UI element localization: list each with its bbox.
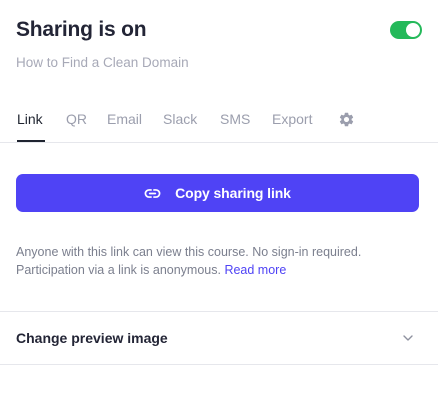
- divider-bottom: [0, 364, 438, 365]
- share-tabs: Link QR Email Slack SMS Export: [0, 108, 438, 143]
- sharing-toggle[interactable]: [390, 21, 422, 39]
- tab-export[interactable]: Export: [272, 108, 312, 142]
- tab-link[interactable]: Link: [17, 108, 45, 142]
- read-more-link[interactable]: Read more: [224, 263, 286, 277]
- info-line-1: Anyone with this link can view this cour…: [16, 245, 362, 259]
- toggle-knob: [406, 23, 420, 37]
- chevron-down-icon: [402, 331, 414, 343]
- tab-sms[interactable]: SMS: [220, 108, 250, 142]
- tab-slack[interactable]: Slack: [163, 108, 197, 142]
- copy-sharing-link-button[interactable]: Copy sharing link: [16, 174, 419, 212]
- page-title: Sharing is on: [16, 18, 147, 41]
- course-subtitle: How to Find a Clean Domain: [16, 55, 189, 70]
- sharing-header: Sharing is on How to Find a Clean Domain: [16, 16, 422, 72]
- change-preview-image-accordion[interactable]: Change preview image: [0, 312, 438, 364]
- accordion-label: Change preview image: [16, 330, 168, 346]
- link-icon: [144, 185, 161, 202]
- gear-icon[interactable]: [338, 111, 355, 128]
- info-anonymous-text: Participation via a link is anonymous.: [16, 263, 221, 277]
- tab-qr[interactable]: QR: [66, 108, 87, 142]
- tab-email[interactable]: Email: [107, 108, 142, 142]
- info-line-2: Participation via a link is anonymous. R…: [16, 261, 426, 279]
- copy-button-label: Copy sharing link: [175, 185, 291, 201]
- sharing-info-text: Anyone with this link can view this cour…: [16, 243, 426, 279]
